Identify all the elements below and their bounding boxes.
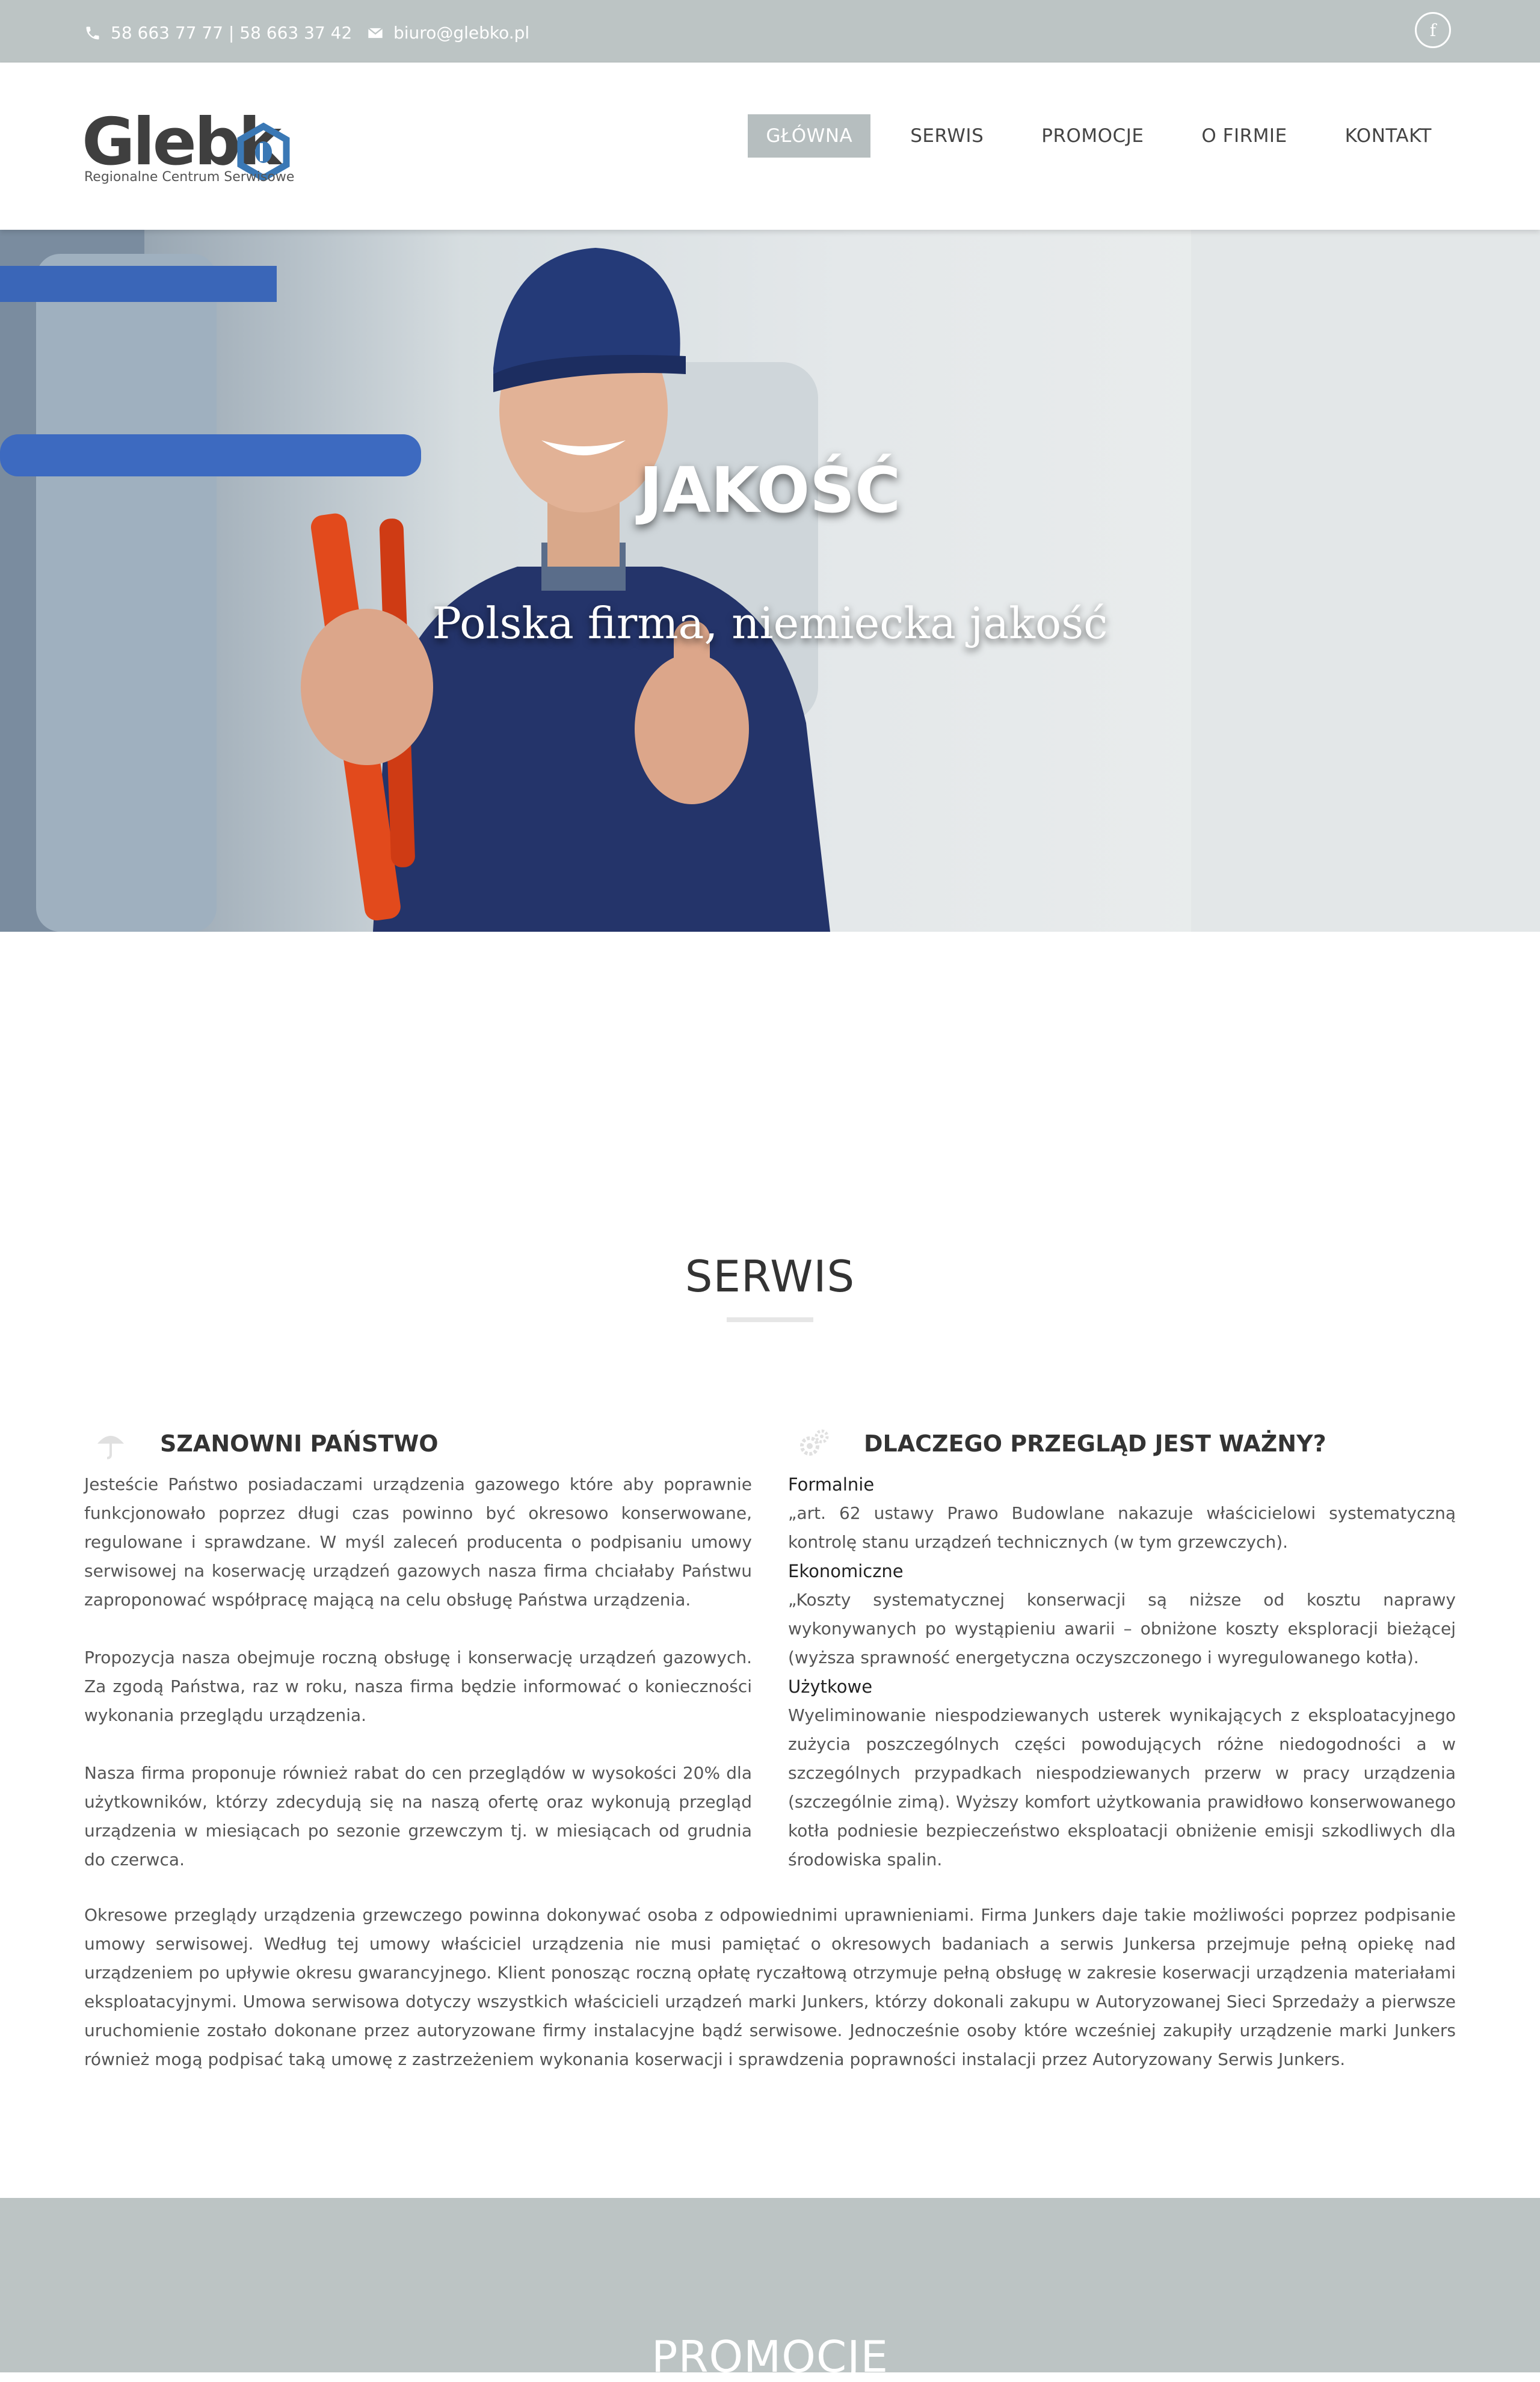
phone-icon (86, 26, 99, 39)
promocje-section: PROMOCJE (0, 2198, 1540, 2382)
main-nav: GŁÓWNA SERWIS PROMOCJE O FIRMIE KONTAKT (726, 114, 1450, 158)
full-paragraph: Okresowe przeglądy urządzenia grzewczego… (84, 1905, 1456, 2069)
nav-item-serwis[interactable]: SERWIS (892, 114, 1002, 158)
nav-item-kontakt[interactable]: KONTAKT (1327, 114, 1450, 158)
serwis-right-heading: DLACZEGO PRZEGLĄD JEST WAŻNY? (788, 1427, 1456, 1460)
hero-title: JAKOŚĆ (639, 454, 901, 527)
serwis-left-heading-text: SZANOWNI PAŃSTWO (160, 1430, 439, 1457)
serwis-full-width-text: Okresowe przeglądy urządzenia grzewczego… (84, 1901, 1456, 2103)
block-label: Ekonomiczne (788, 1561, 904, 1581)
block-text: „Koszty systematycznej konserwacji są ni… (788, 1590, 1456, 1667)
logo-tagline: Regionalne Centrum Serwisowe (84, 170, 295, 185)
hero-slider: JAKOŚĆ Polska firma, niemiecka jakość (0, 230, 1540, 932)
block-text: Wyeliminowanie niespodziewanych usterek … (788, 1705, 1456, 1870)
serwis-section-title: SERWIS (685, 1251, 855, 1302)
phone-text: 58 663 77 77 | 58 663 37 42 (111, 23, 353, 43)
block-text: „art. 62 ustawy Prawo Budowlane nakazuje… (788, 1503, 1456, 1552)
title-divider (727, 1317, 813, 1322)
facebook-letter: f (1429, 20, 1437, 40)
promocje-section-title: PROMOCJE (651, 2331, 889, 2382)
nav-item-o-firmie[interactable]: O FIRMIE (1183, 114, 1305, 158)
site-header: Glebk Regionalne Centrum Serwisowe GŁÓWN… (0, 63, 1540, 230)
gears-icon (800, 1429, 829, 1456)
nav-item-glowna[interactable]: GŁÓWNA (748, 114, 871, 158)
envelope-icon (368, 27, 383, 38)
email-contact[interactable]: biuro@glebko.pl (367, 23, 529, 43)
facebook-icon[interactable]: f (1415, 12, 1451, 48)
serwis-left-heading: SZANOWNI PAŃSTWO (84, 1427, 752, 1460)
umbrella-icon (97, 1436, 124, 1459)
hero-image (0, 230, 1540, 932)
serwis-right-heading-text: DLACZEGO PRZEGLĄD JEST WAŻNY? (864, 1430, 1326, 1457)
top-bar: 58 663 77 77 | 58 663 37 42 biuro@glebko… (0, 0, 1540, 63)
left-paragraph: Propozycja nasza obejmuje roczną obsługę… (84, 1648, 752, 1725)
block-label: Użytkowe (788, 1676, 873, 1697)
block-label: Formalnie (788, 1474, 875, 1495)
nav-item-promocje[interactable]: PROMOCJE (1023, 114, 1162, 158)
serwis-right-column: DLACZEGO PRZEGLĄD JEST WAŻNY? Formalnie … (788, 1427, 1456, 1874)
left-paragraph: Nasza firma proponuje również rabat do c… (84, 1763, 752, 1870)
left-paragraph: Jesteście Państwo posiadaczami urządzeni… (84, 1474, 752, 1610)
logo[interactable]: Glebk Regionalne Centrum Serwisowe (82, 109, 298, 188)
phone-contact[interactable]: 58 663 77 77 | 58 663 37 42 (84, 23, 352, 43)
email-text: biuro@glebko.pl (393, 23, 530, 43)
hero-subtitle: Polska firma, niemiecka jakość (432, 598, 1108, 648)
serwis-left-column: SZANOWNI PAŃSTWO Jesteście Państwo posia… (84, 1427, 752, 1903)
